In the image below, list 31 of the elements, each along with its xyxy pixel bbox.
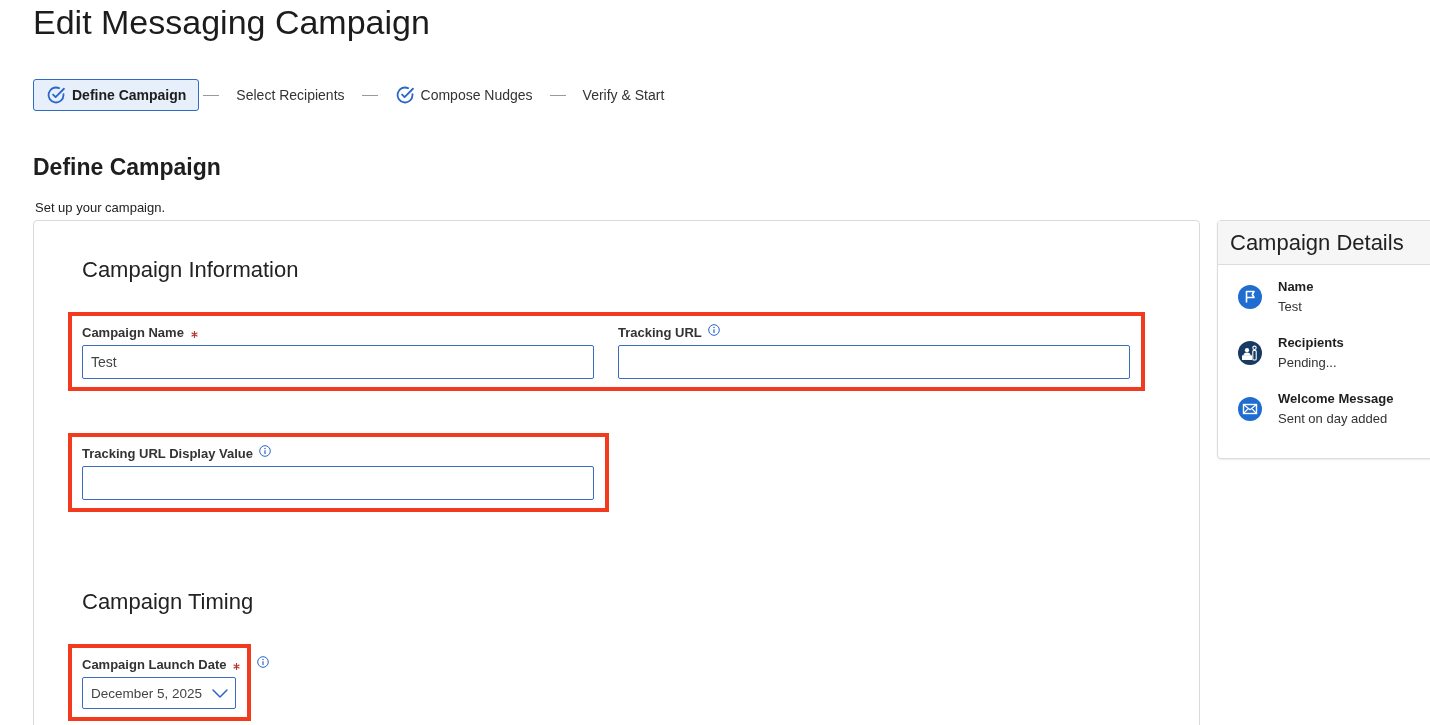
field-label: Campaign Launch Date	[82, 656, 227, 674]
detail-value: Test	[1278, 298, 1303, 316]
detail-label: Recipients	[1278, 334, 1344, 352]
detail-label: Name	[1278, 278, 1314, 296]
text-input[interactable]	[82, 466, 594, 500]
wizard-step[interactable]: Select Recipients	[223, 79, 358, 111]
wizard-step[interactable]: Define Campaign	[33, 79, 200, 111]
detail-label: Welcome Message	[1278, 390, 1394, 408]
field-label: Tracking URL	[618, 324, 702, 342]
people-at-desk-icon	[1238, 341, 1262, 365]
wizard-step[interactable]: Compose Nudges	[381, 79, 546, 111]
field-label: Campaign Name	[82, 324, 184, 342]
date-select[interactable]: December 5, 2025	[82, 677, 236, 709]
section-heading: Define Campaign	[33, 153, 222, 181]
text-input[interactable]	[618, 345, 1130, 379]
page-title: Edit Messaging Campaign	[33, 2, 431, 43]
flag-icon	[1238, 285, 1262, 309]
detail-value: Sent on day added	[1278, 410, 1389, 428]
chevron-down-icon	[212, 688, 228, 698]
group-heading: Campaign Information	[82, 256, 300, 284]
field-label: Tracking URL Display Value	[82, 445, 253, 463]
info-icon[interactable]	[259, 445, 271, 457]
panel-header: Campaign Details	[1218, 221, 1430, 265]
group-heading: Campaign Timing	[82, 588, 255, 616]
info-icon[interactable]	[257, 656, 270, 668]
info-icon[interactable]	[707, 324, 720, 336]
detail-value: Pending...	[1278, 354, 1338, 372]
envelope-icon	[1238, 397, 1262, 421]
section-description: Set up your campaign.	[35, 200, 167, 216]
text-input[interactable]: Test	[82, 345, 594, 379]
wizard-step[interactable]: Verify & Start	[569, 79, 678, 111]
